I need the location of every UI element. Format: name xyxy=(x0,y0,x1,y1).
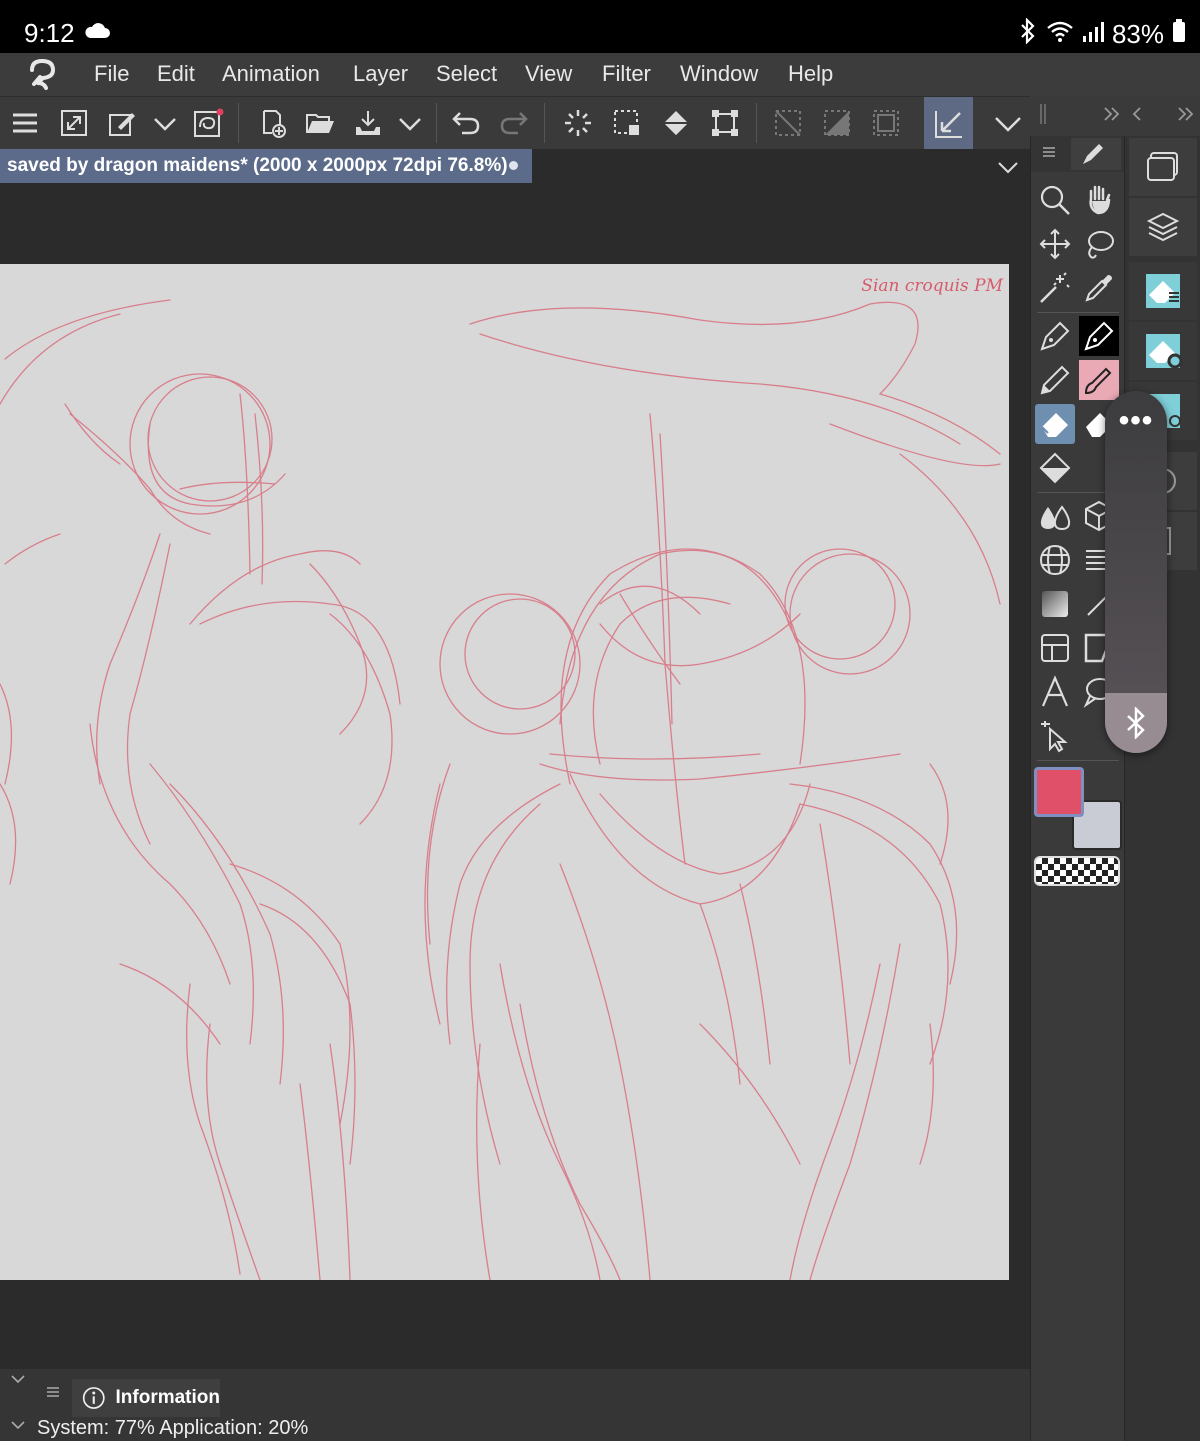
new-file-icon[interactable] xyxy=(252,103,292,143)
lasso-icon[interactable] xyxy=(1079,224,1119,264)
menu-layer[interactable]: Layer xyxy=(353,61,408,87)
snap-ruler-icon[interactable] xyxy=(924,97,973,150)
information-tab-label: Information xyxy=(115,1387,221,1408)
menu-edit[interactable]: Edit xyxy=(157,61,195,87)
move-icon[interactable] xyxy=(1035,224,1075,264)
bluetooth-icon[interactable] xyxy=(1105,693,1167,753)
magic-wand-icon[interactable] xyxy=(1035,268,1075,308)
document-title: saved by dragon maidens* (2000 x 2000px … xyxy=(7,155,508,176)
main-color-swatch[interactable] xyxy=(1034,767,1084,817)
blend-icon[interactable] xyxy=(1035,496,1075,536)
clear-icon[interactable] xyxy=(558,103,598,143)
open-folder-icon[interactable] xyxy=(300,103,340,143)
eyedropper-icon[interactable] xyxy=(1079,268,1119,308)
more-options-icon[interactable]: ••• xyxy=(1105,399,1167,443)
frame-icon[interactable] xyxy=(1035,628,1075,668)
menu-select[interactable]: Select xyxy=(436,61,497,87)
eraser-subtool-icon[interactable] xyxy=(1129,262,1197,320)
operation-icon[interactable] xyxy=(1035,716,1075,756)
canvas-panel-icon[interactable] xyxy=(1129,138,1197,196)
layers-panel-icon[interactable] xyxy=(1129,198,1197,256)
canvas-area: Sian croquis PM xyxy=(0,183,1030,1369)
menu-window[interactable]: Window xyxy=(680,61,758,87)
unsaved-dot-icon xyxy=(509,161,518,170)
tool-panel-tab[interactable] xyxy=(1071,138,1121,170)
panel-menu-icon[interactable] xyxy=(46,1385,60,1399)
zoom-icon[interactable] xyxy=(1035,180,1075,220)
information-tab[interactable]: Information xyxy=(72,1379,220,1417)
battery-percent: 83% xyxy=(1111,19,1164,49)
transform-icon[interactable] xyxy=(705,103,745,143)
menu-help[interactable]: Help xyxy=(788,61,833,87)
eraser-icon[interactable] xyxy=(1035,404,1075,444)
chevron-down-icon[interactable] xyxy=(145,103,185,143)
chevron-down-icon[interactable] xyxy=(10,1417,26,1433)
fill-icon[interactable] xyxy=(1035,448,1075,488)
fill-bucket-icon[interactable] xyxy=(656,103,696,143)
deselect-icon[interactable] xyxy=(607,103,647,143)
selection-off-icon[interactable] xyxy=(768,103,808,143)
menu-filter[interactable]: Filter xyxy=(602,61,651,87)
menu-view[interactable]: View xyxy=(525,61,572,87)
info-icon xyxy=(82,1387,105,1409)
text-icon[interactable] xyxy=(1035,672,1075,712)
quick-access-icon[interactable] xyxy=(188,103,228,143)
chevron-down-icon[interactable] xyxy=(996,155,1020,179)
wifi-icon xyxy=(1046,19,1074,50)
brush-icon[interactable] xyxy=(1079,360,1119,400)
clip-studio-logo-icon[interactable] xyxy=(24,58,60,92)
system-status-bar: 9:12 83% xyxy=(0,0,1200,53)
menu-bar: File Edit Animation Layer Select View Fi… xyxy=(0,53,1200,96)
pen-icon[interactable] xyxy=(1035,316,1075,356)
document-tab[interactable]: saved by dragon maidens* (2000 x 2000px … xyxy=(0,149,532,183)
edit-brush-icon[interactable] xyxy=(102,103,142,143)
drag-handle-icon[interactable] xyxy=(1038,102,1048,126)
signal-icon xyxy=(1082,19,1104,50)
double-chevron-right-icon[interactable] xyxy=(1102,104,1122,124)
battery-icon xyxy=(1172,19,1186,50)
gradient-icon[interactable] xyxy=(1035,584,1075,624)
tool-panel-header xyxy=(1031,136,1125,172)
redo-icon[interactable] xyxy=(494,103,534,143)
undo-icon[interactable] xyxy=(446,103,486,143)
perspective-grid-icon[interactable] xyxy=(1035,540,1075,580)
chevron-down-icon[interactable] xyxy=(988,103,1028,143)
system-usage-text: System: 77% Application: 20% xyxy=(37,1417,309,1439)
panel-menu-icon[interactable] xyxy=(1041,144,1057,160)
floating-shortcut-pill[interactable]: ••• xyxy=(1105,391,1167,753)
fit-canvas-icon[interactable] xyxy=(54,103,94,143)
cloud-icon xyxy=(84,22,110,45)
panel-dock xyxy=(1124,136,1200,1441)
hand-icon[interactable] xyxy=(1079,180,1119,220)
selection-border-icon[interactable] xyxy=(866,103,906,143)
chevron-down-icon[interactable] xyxy=(10,1371,26,1387)
pen-dark-icon[interactable] xyxy=(1079,316,1119,356)
clock: 9:12 xyxy=(24,18,75,48)
drawing-canvas[interactable]: Sian croquis PM xyxy=(0,264,1009,1280)
panel-top-bar xyxy=(1030,96,1200,136)
information-panel: Information System: 77% Application: 20% xyxy=(0,1369,1030,1441)
invert-selection-icon[interactable] xyxy=(817,103,857,143)
save-icon[interactable] xyxy=(348,103,388,143)
double-chevron-right-icon[interactable] xyxy=(1176,104,1196,124)
document-tab-row: saved by dragon maidens* (2000 x 2000px … xyxy=(0,149,1030,183)
command-bar xyxy=(0,96,1030,150)
hamburger-menu-icon[interactable] xyxy=(5,103,45,143)
chevron-left-icon[interactable] xyxy=(1130,104,1144,124)
transparent-color-swatch[interactable] xyxy=(1034,856,1120,886)
chevron-down-icon[interactable] xyxy=(390,103,430,143)
bluetooth-icon xyxy=(1018,17,1038,51)
sketch-drawing xyxy=(0,299,1001,1280)
menu-animation[interactable]: Animation xyxy=(222,61,320,87)
pen-icon xyxy=(1083,144,1103,164)
artist-signature: Sian croquis PM xyxy=(861,276,1003,296)
menu-file[interactable]: File xyxy=(94,61,129,87)
pencil-icon[interactable] xyxy=(1035,360,1075,400)
eraser-settings-icon[interactable] xyxy=(1129,322,1197,380)
